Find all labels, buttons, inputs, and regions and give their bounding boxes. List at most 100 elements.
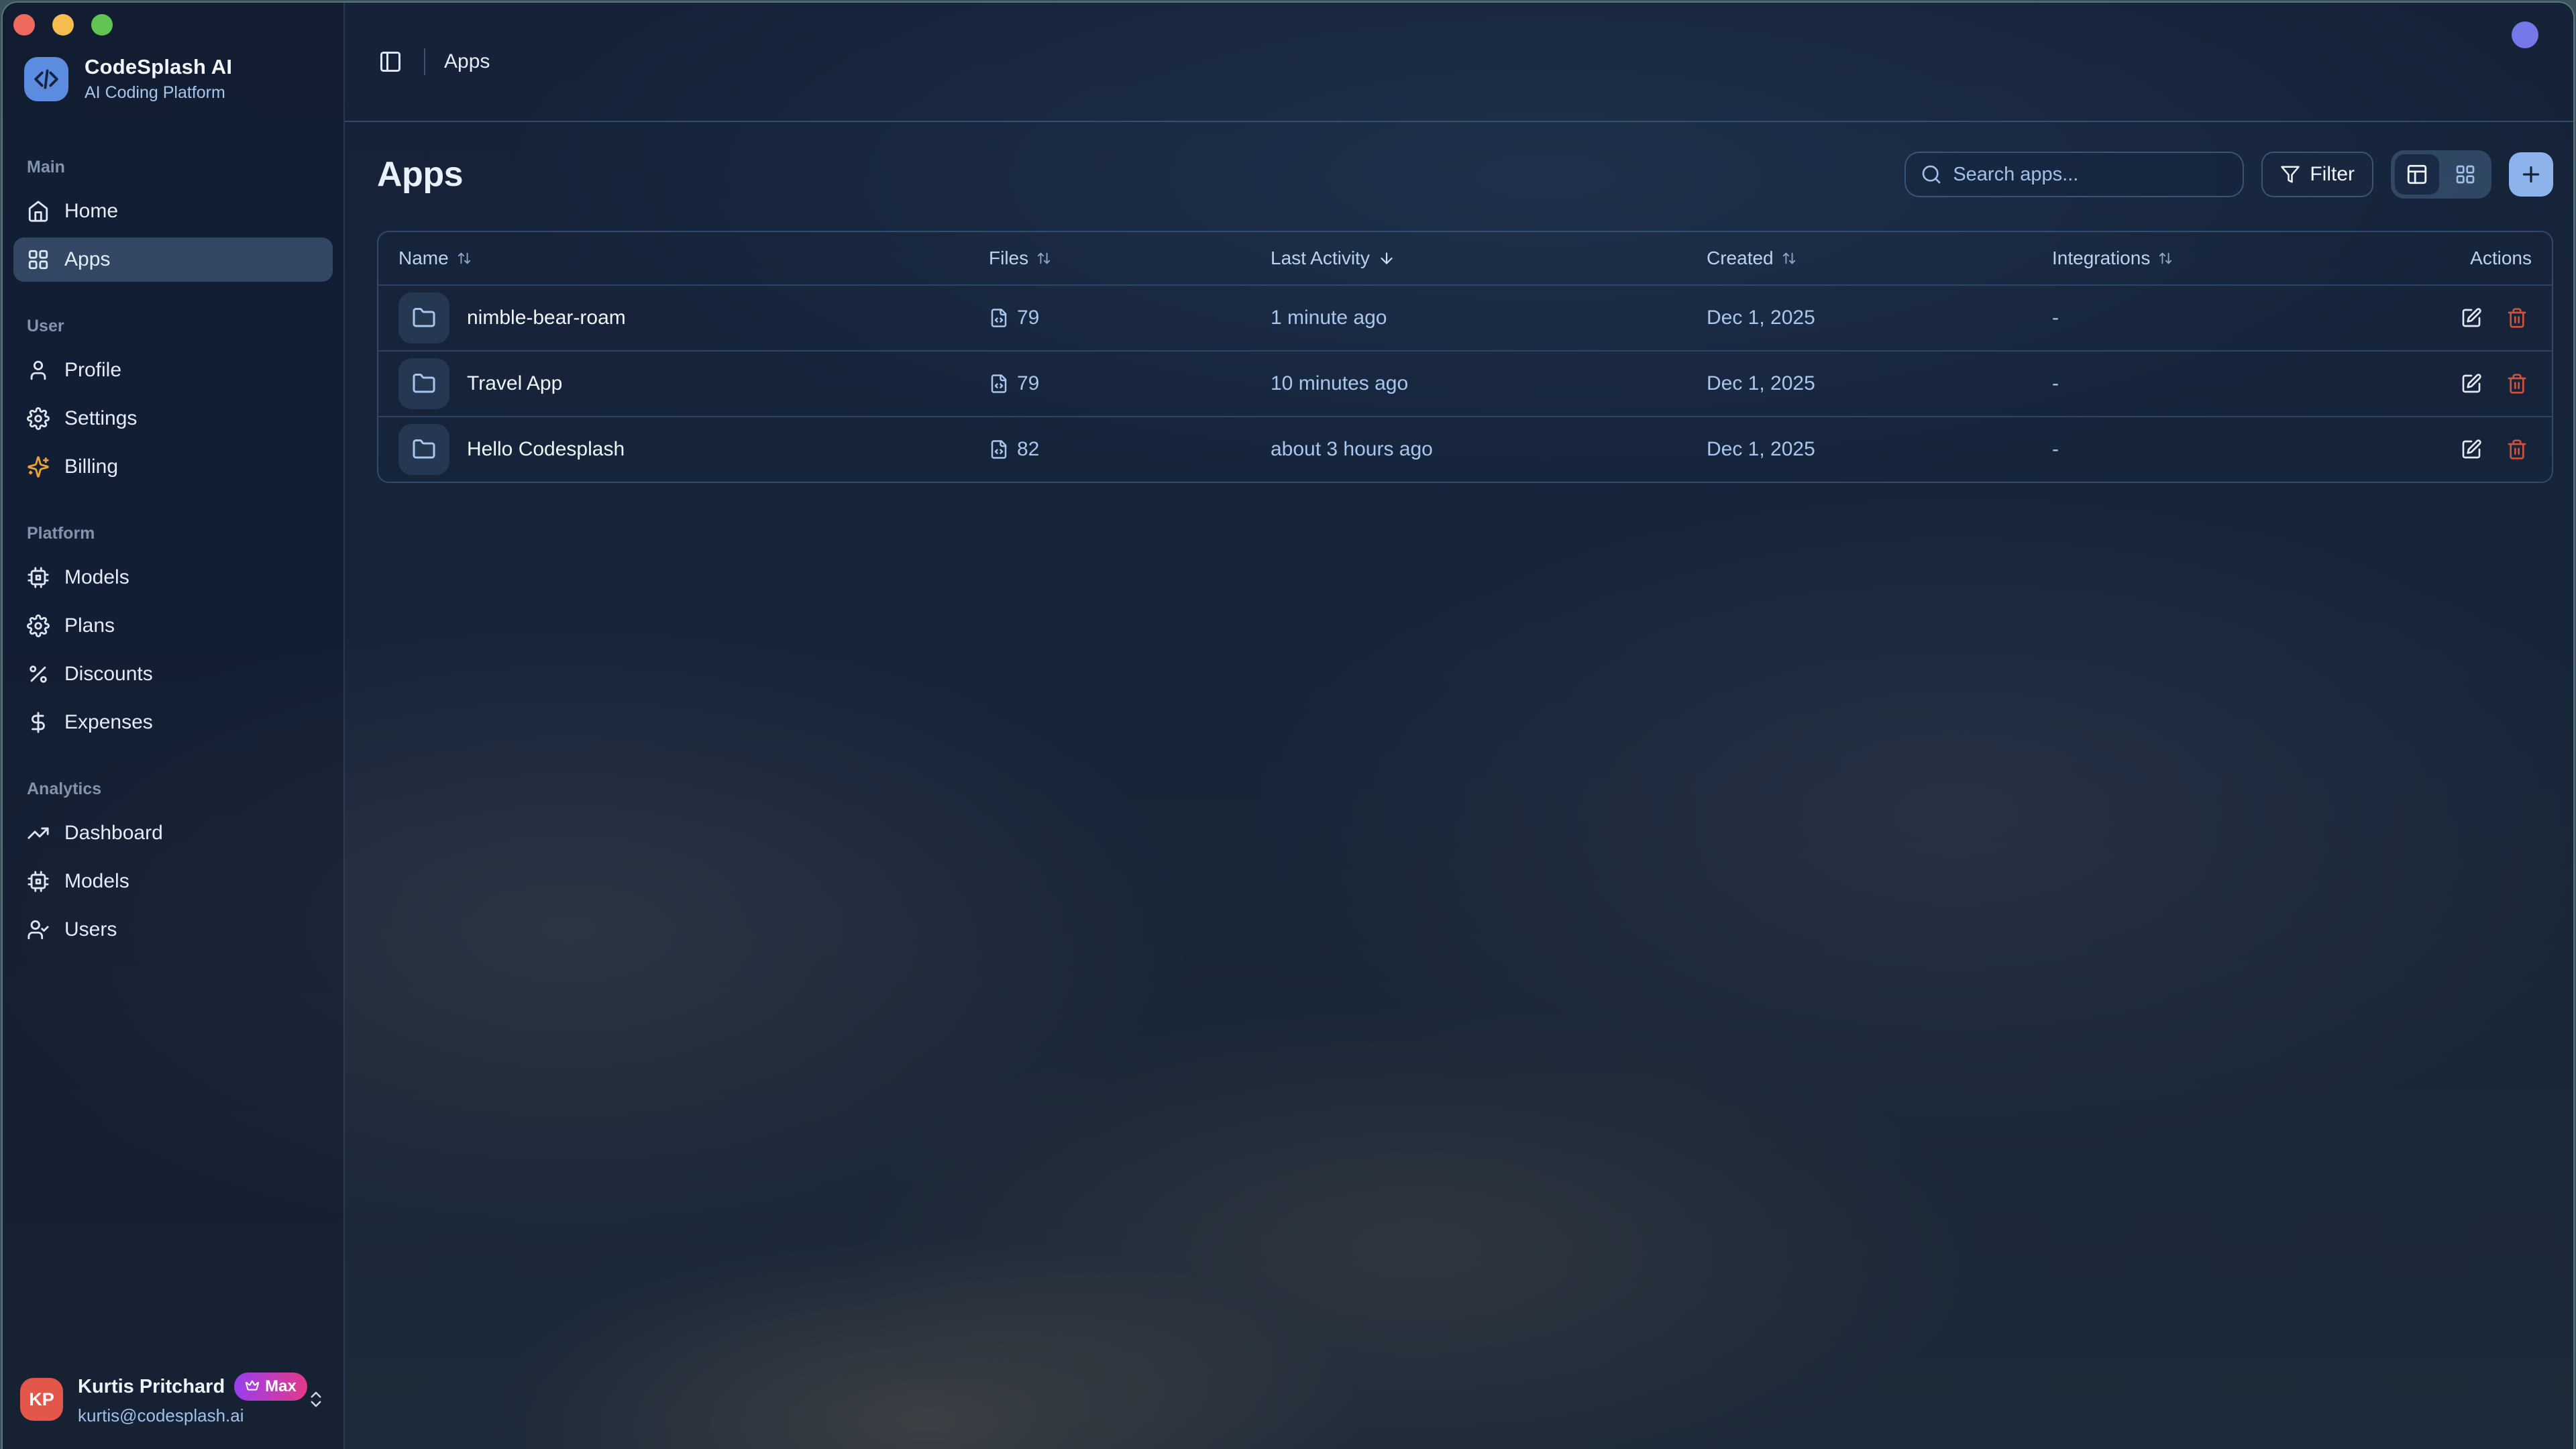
user-name: Kurtis Pritchard	[78, 1376, 225, 1398]
sidebar-nav: Main Home Apps User	[3, 103, 343, 1355]
actions-cell	[2398, 439, 2532, 460]
folder-icon	[398, 292, 449, 343]
integrations-cell: -	[2052, 372, 2398, 395]
grid-view-button[interactable]	[2443, 154, 2487, 195]
file-code-icon	[989, 374, 1009, 394]
brand-text: CodeSplash AI AI Coding Platform	[85, 55, 232, 103]
section-label-user: User	[27, 317, 319, 336]
table-row[interactable]: Travel App 79 10 minutes ago Dec 1, 2025…	[378, 350, 2552, 416]
column-header-name[interactable]: Name	[398, 248, 989, 269]
maximize-window-button[interactable]	[91, 14, 113, 36]
sort-up-down-icon	[1782, 251, 1796, 266]
delete-app-button[interactable]	[2506, 307, 2528, 329]
edit-app-button[interactable]	[2461, 307, 2482, 329]
settings-gear-icon	[27, 407, 50, 430]
column-header-files[interactable]: Files	[989, 248, 1271, 269]
table-row[interactable]: nimble-bear-roam 79 1 minute ago Dec 1, …	[378, 284, 2552, 350]
app-name: nimble-bear-roam	[467, 307, 626, 329]
search-input[interactable]	[1953, 164, 2228, 186]
sidebar-item-label: Profile	[64, 359, 121, 382]
add-app-button[interactable]	[2509, 152, 2553, 197]
sidebar-item-users[interactable]: Users	[13, 908, 333, 952]
created-cell: Dec 1, 2025	[1707, 372, 2052, 395]
sidebar-item-label: Users	[64, 918, 117, 941]
column-header-created[interactable]: Created	[1707, 248, 2052, 269]
sort-up-down-icon	[1036, 251, 1051, 266]
plus-icon	[2519, 162, 2543, 186]
folder-icon	[398, 358, 449, 409]
section-label-analytics: Analytics	[27, 780, 319, 799]
app-name-cell: Travel App	[398, 358, 989, 409]
cpu-icon	[27, 566, 50, 589]
table-view-button[interactable]	[2395, 154, 2439, 195]
column-label: Created	[1707, 248, 1774, 269]
app-name-cell: Hello Codesplash	[398, 424, 989, 475]
apps-grid-icon	[27, 248, 50, 271]
table-row[interactable]: Hello Codesplash 82 about 3 hours ago De…	[378, 416, 2552, 482]
notification-dot	[2512, 21, 2538, 48]
column-label: Integrations	[2052, 248, 2150, 269]
delete-app-button[interactable]	[2506, 439, 2528, 460]
table-view-icon	[2406, 163, 2428, 186]
user-icon	[27, 359, 50, 382]
app-window: CodeSplash AI AI Coding Platform Main Ho…	[3, 3, 2573, 1449]
edit-app-button[interactable]	[2461, 373, 2482, 394]
sidebar-item-profile[interactable]: Profile	[13, 348, 333, 392]
sidebar-item-expenses[interactable]: Expenses	[13, 700, 333, 745]
column-header-actions: Actions	[2398, 248, 2532, 269]
integrations-cell: -	[2052, 307, 2398, 329]
minimize-window-button[interactable]	[52, 14, 74, 36]
breadcrumb: Apps	[444, 50, 490, 73]
desktop: CodeSplash AI AI Coding Platform Main Ho…	[0, 0, 2576, 1449]
files-cell: 79	[989, 307, 1271, 329]
last-activity-cell: 10 minutes ago	[1271, 372, 1707, 395]
app-title: CodeSplash AI	[85, 55, 232, 79]
column-label: Last Activity	[1271, 248, 1370, 269]
app-logo-code-icon	[24, 57, 68, 101]
app-name: Travel App	[467, 372, 562, 395]
funnel-icon	[2280, 164, 2300, 184]
grid-view-icon	[2455, 164, 2476, 185]
user-menu[interactable]: KP Kurtis Pritchard Max kurtis@codesplas…	[3, 1355, 343, 1449]
crown-icon	[245, 1379, 260, 1394]
window-controls	[13, 14, 113, 36]
sidebar-item-label: Expenses	[64, 711, 153, 734]
delete-app-button[interactable]	[2506, 373, 2528, 394]
search-icon	[1921, 164, 1942, 185]
plan-label: Max	[265, 1377, 297, 1396]
sidebar-item-dashboard[interactable]: Dashboard	[13, 811, 333, 855]
actions-cell	[2398, 307, 2532, 329]
sidebar-item-settings[interactable]: Settings	[13, 396, 333, 441]
sidebar-item-billing[interactable]: Billing	[13, 445, 333, 489]
sidebar-item-plans[interactable]: Plans	[13, 604, 333, 648]
sidebar-item-home[interactable]: Home	[13, 189, 333, 233]
page-content: Apps Filter	[345, 122, 2573, 1449]
edit-app-button[interactable]	[2461, 439, 2482, 460]
trending-up-icon	[27, 822, 50, 845]
close-window-button[interactable]	[13, 14, 35, 36]
sidebar-item-models-analytics[interactable]: Models	[13, 859, 333, 904]
sidebar-toggle-button[interactable]	[378, 48, 405, 75]
sidebar-item-discounts[interactable]: Discounts	[13, 652, 333, 696]
files-cell: 82	[989, 438, 1271, 461]
actions-cell	[2398, 373, 2532, 394]
percent-icon	[27, 663, 50, 686]
avatar: KP	[20, 1378, 63, 1421]
column-header-last-activity[interactable]: Last Activity	[1271, 248, 1707, 269]
topbar: Apps	[345, 3, 2573, 122]
user-check-icon	[27, 918, 50, 941]
created-cell: Dec 1, 2025	[1707, 438, 2052, 461]
trash-icon	[2506, 439, 2528, 460]
sort-up-down-icon	[457, 251, 472, 266]
page-header: Apps Filter	[377, 150, 2553, 199]
main-area: Apps Apps Filter	[345, 3, 2573, 1449]
sidebar-item-models-platform[interactable]: Models	[13, 555, 333, 600]
sidebar-item-apps[interactable]: Apps	[13, 237, 333, 282]
trash-icon	[2506, 373, 2528, 394]
topbar-divider	[424, 48, 425, 75]
column-label: Files	[989, 248, 1028, 269]
apps-table: Name Files Last Activity Created	[377, 231, 2553, 483]
column-header-integrations[interactable]: Integrations	[2052, 248, 2398, 269]
filter-button[interactable]: Filter	[2261, 152, 2373, 197]
cpu-icon	[27, 870, 50, 893]
